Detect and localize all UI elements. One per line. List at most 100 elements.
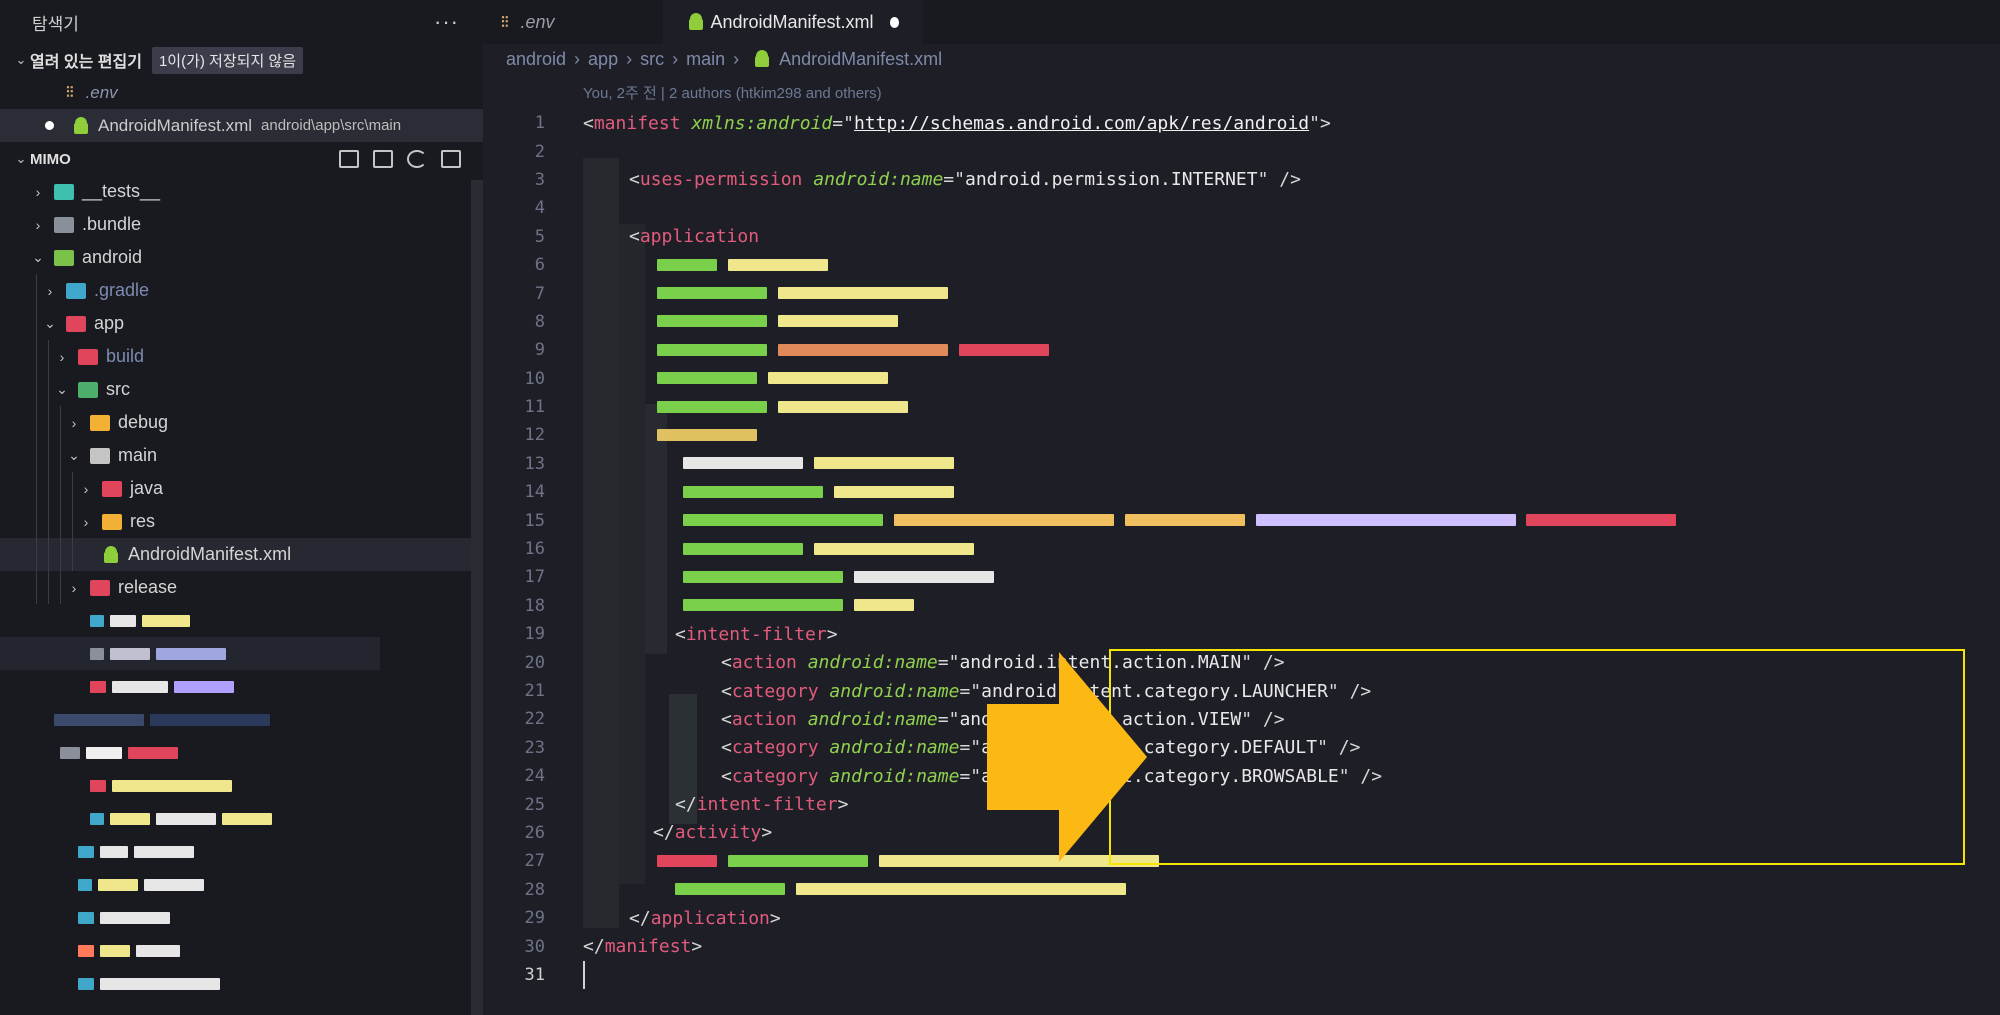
tree-item-label: __tests__ <box>82 181 161 201</box>
line-number: 30 <box>524 936 545 957</box>
tab-android-manifest[interactable]: AndroidManifest.xml <box>663 0 923 44</box>
redacted-tree-row <box>0 835 483 868</box>
folder-icon <box>54 183 74 200</box>
sidebar-scrollbar[interactable] <box>471 180 483 1015</box>
open-editors-header[interactable]: ⌄ 열려 있는 편집기 1이(가) 저장되지 않음 <box>0 44 483 76</box>
redacted-tree-row <box>0 901 483 934</box>
tree-item-android[interactable]: ⌄ android <box>0 241 483 274</box>
new-folder-icon[interactable] <box>373 150 393 168</box>
folder-icon <box>102 513 122 530</box>
redacted-tree-row <box>0 934 483 967</box>
code-editor[interactable]: android › app › src › main › AndroidManifest… <box>483 44 2000 1015</box>
xml-tag: action <box>731 708 797 730</box>
chevron-down-icon: ⌄ <box>44 315 56 331</box>
line-number: 14 <box>524 482 545 503</box>
collapse-all-icon[interactable] <box>441 150 461 168</box>
breadcrumb-item[interactable]: android <box>506 49 566 70</box>
xml-tag: manifest <box>593 112 681 134</box>
xml-tag: application <box>650 907 770 929</box>
xml-tag: application <box>639 226 760 248</box>
line-number: 31 <box>524 964 545 985</box>
tree-item-src[interactable]: ⌄ src <box>0 373 483 406</box>
tree-item-debug[interactable]: › debug <box>0 406 483 439</box>
line-number: 6 <box>534 255 545 276</box>
redacted-tree-row <box>0 967 483 1000</box>
folder-open-icon <box>78 381 98 398</box>
android-icon <box>753 50 771 68</box>
new-file-icon[interactable] <box>339 150 359 168</box>
xml-attr: android:name <box>807 708 938 730</box>
xml-attr: xmlns:android <box>691 112 833 134</box>
breadcrumb-item[interactable]: AndroidManifest.xml <box>779 49 942 70</box>
unsaved-dot-icon[interactable] <box>45 121 54 130</box>
line-number: 21 <box>524 681 545 701</box>
refresh-icon[interactable] <box>407 150 427 168</box>
open-editor-env[interactable]: ⫶⫶ .env <box>0 76 483 109</box>
tree-item-tests[interactable]: › __tests__ <box>0 175 483 208</box>
xml-tag: category <box>731 737 819 759</box>
tree-item-main[interactable]: ⌄ main <box>0 439 483 472</box>
chevron-right-icon: › <box>71 579 77 596</box>
folder-icon <box>78 348 98 365</box>
tree-item-label: src <box>106 379 130 399</box>
tree-item-label: app <box>94 313 125 333</box>
chevron-right-icon: › <box>35 183 41 200</box>
redacted-tree-row <box>0 703 483 736</box>
redacted-tree-row <box>0 802 483 835</box>
editor-tab-bar: ⫶⫶ .env AndroidManifest.xml <box>483 0 2000 44</box>
chevron-right-icon: › <box>35 216 41 233</box>
open-editor-manifest[interactable]: AndroidManifest.xml android\app\src\main <box>0 109 483 142</box>
folder-icon <box>54 216 74 233</box>
xml-tag: action <box>731 652 797 674</box>
android-icon <box>102 545 120 564</box>
tree-item-label: AndroidManifest.xml <box>128 544 292 564</box>
tree-item-manifest[interactable]: AndroidManifest.xml <box>0 538 483 571</box>
line-number: 1 <box>534 113 545 134</box>
tree-item-label: .gradle <box>94 280 150 300</box>
chevron-right-icon: › <box>71 414 77 431</box>
tree-item-label: build <box>106 346 145 366</box>
tree-item-bundle[interactable]: › .bundle <box>0 208 483 241</box>
line-number: 29 <box>524 908 545 929</box>
redacted-tree-row <box>0 604 483 637</box>
xml-attr: android:name <box>829 737 960 759</box>
line-number: 3 <box>534 169 545 190</box>
tree-item-res[interactable]: › res <box>0 505 483 538</box>
tab-env[interactable]: ⫶⫶ .env <box>483 0 663 44</box>
line-number: 27 <box>524 851 545 872</box>
breadcrumb-item[interactable]: src <box>640 49 664 70</box>
line-number: 15 <box>524 510 545 531</box>
highlight-box <box>1109 649 1965 865</box>
xml-tag: intent-filter <box>696 794 838 816</box>
project-header[interactable]: ⌄ MIMO <box>0 143 483 175</box>
code-line: 29 </application> <box>483 904 2000 932</box>
redacted-tree-row <box>0 736 483 769</box>
git-blame-annotation[interactable]: You, 2주 전 | 2 authors (htkim298 and othe… <box>583 82 882 103</box>
breadcrumb: android › app › src › main › AndroidManifest… <box>506 48 943 70</box>
tree-item-release[interactable]: › release <box>0 571 483 604</box>
unsaved-dot-icon[interactable] <box>889 16 899 28</box>
xml-tag: manifest <box>604 936 692 958</box>
line-number: 12 <box>524 425 545 446</box>
xml-url[interactable]: http://schemas.android.com/apk/res/andro… <box>854 113 1309 134</box>
android-icon <box>687 13 704 31</box>
more-actions-icon[interactable]: ··· <box>434 9 459 35</box>
breadcrumb-item[interactable]: app <box>588 49 618 70</box>
code-line: 31 <box>483 960 2000 989</box>
tree-item-gradle[interactable]: › .gradle <box>0 274 483 307</box>
breadcrumb-item[interactable]: main <box>686 49 725 70</box>
line-number: 23 <box>524 737 545 758</box>
chevron-right-icon: › <box>83 513 89 530</box>
explorer-title-bar: 탐색기 ··· <box>0 0 483 44</box>
chevron-right-icon: › <box>83 480 89 497</box>
xml-attr: android:name <box>813 169 944 191</box>
tree-item-build[interactable]: › build <box>0 340 483 373</box>
chevron-down-icon: ⌄ <box>68 447 80 463</box>
chevron-right-icon: › <box>47 282 53 299</box>
folder-icon <box>102 480 122 497</box>
tab-label: AndroidManifest.xml <box>710 11 874 32</box>
tree-item-app[interactable]: ⌄ app <box>0 307 483 340</box>
xml-value: android.permission.INTERNET <box>964 169 1258 191</box>
tree-item-java[interactable]: › java <box>0 472 483 505</box>
tree-item-label: java <box>130 478 164 498</box>
